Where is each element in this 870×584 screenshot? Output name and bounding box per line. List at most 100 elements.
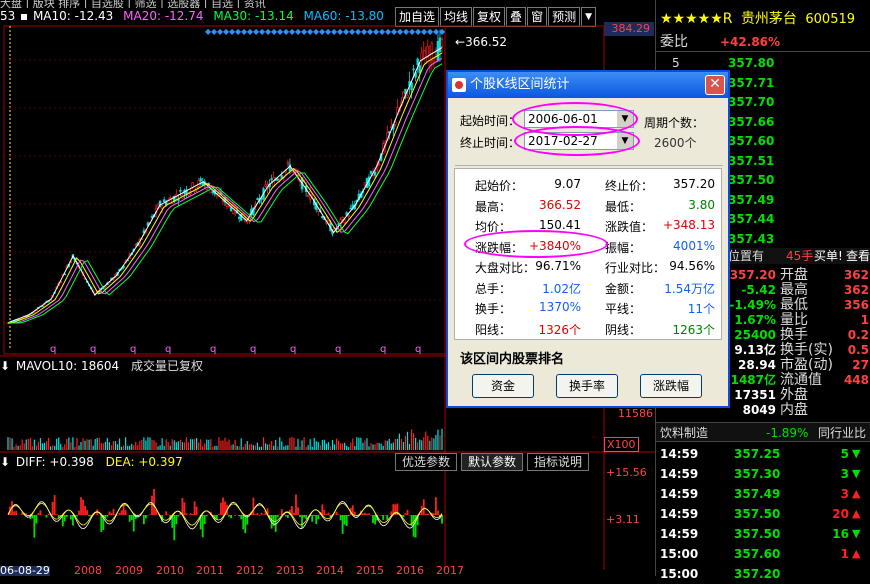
buy-order-link[interactable]: 买单! bbox=[814, 248, 843, 264]
end-time-label: 终止时间： bbox=[460, 136, 521, 150]
stat-value: +348.13 bbox=[662, 218, 715, 232]
candle-body bbox=[288, 164, 292, 172]
industry-peer-link[interactable]: 同行业比 bbox=[818, 423, 866, 443]
weibi-row: 委比 +42.86% bbox=[656, 32, 870, 52]
tick-time: 14:59 bbox=[660, 467, 699, 481]
stat-value: 9.07 bbox=[554, 177, 581, 191]
peak-price-label: ←366.52 bbox=[455, 35, 508, 49]
q-marker: q bbox=[165, 344, 171, 355]
view-link[interactable]: 查看 bbox=[846, 248, 870, 264]
macd-axis-low: +3.11 bbox=[606, 513, 640, 526]
close-button[interactable]: ✕ bbox=[705, 75, 725, 95]
tick-row: 14:59 357.49 3 ▲ bbox=[656, 484, 870, 504]
rank-button-0[interactable]: 资金 bbox=[472, 374, 534, 398]
stat-label: 涨跌值： bbox=[605, 220, 654, 234]
macd-button-0[interactable]: 优选参数 bbox=[395, 453, 458, 471]
tick-volume: 16 bbox=[832, 527, 849, 541]
stock-title[interactable]: ★★★★★R 贵州茅台 600519 bbox=[656, 8, 870, 30]
candle-body bbox=[406, 94, 409, 98]
quote-extra: 0.5 bbox=[847, 343, 869, 357]
interval-stats-dialog[interactable]: 个股K线区间统计 ✕ 起始时间： 2006-06-01 ▼ 终止时间： 2017… bbox=[446, 70, 730, 408]
quote-key: 内盘 bbox=[780, 402, 808, 418]
date-axis: 06-08-29 2008 2009 2010 2011 2012 2013 2014 2015… bbox=[0, 564, 470, 577]
order-price: 357.66 bbox=[728, 114, 775, 129]
candle-body bbox=[162, 199, 166, 202]
tick-time: 14:59 bbox=[660, 487, 699, 501]
stat-value: 3.80 bbox=[688, 197, 715, 212]
order-price: 357.80 bbox=[728, 56, 775, 70]
macd-axis-high: +15.56 bbox=[606, 466, 647, 479]
stat-value: 1326个 bbox=[538, 322, 581, 337]
stock-name: 贵州茅台 bbox=[740, 11, 797, 27]
quote-key: 换手 bbox=[780, 327, 808, 343]
industry-row[interactable]: 饮料制造 -1.89% 同行业比 bbox=[656, 422, 870, 442]
arrow-up-icon: ▲ bbox=[852, 487, 861, 500]
quote-extra: 362 bbox=[843, 283, 869, 297]
stat-value: 1.02亿 bbox=[542, 281, 581, 296]
order-price: 357.51 bbox=[728, 153, 775, 168]
tick-price: 357.49 bbox=[734, 487, 781, 501]
candle-body bbox=[418, 65, 421, 73]
q-marker: q bbox=[290, 344, 296, 355]
order-price: 357.43 bbox=[728, 231, 775, 246]
stat-value: 4001% bbox=[673, 238, 715, 253]
dea-value: DEA: +0.397 bbox=[105, 455, 183, 469]
q-marker: q bbox=[415, 344, 421, 355]
macd-button-1[interactable]: 默认参数 bbox=[461, 453, 524, 471]
start-time-label: 起始时间： bbox=[460, 114, 521, 128]
candle-body bbox=[343, 219, 346, 223]
tick-time: 14:59 bbox=[660, 507, 699, 521]
candle-body bbox=[199, 178, 202, 182]
date-tick: 2010 bbox=[156, 564, 184, 577]
candle-body bbox=[286, 161, 290, 165]
candle-body bbox=[341, 216, 344, 220]
arrow-up-icon: ▲ bbox=[852, 547, 861, 560]
stat-label: 终止价： bbox=[605, 179, 654, 193]
quote-key: 外盘 bbox=[780, 387, 808, 403]
date-tick: 2015 bbox=[356, 564, 384, 577]
stat-value: 1263个 bbox=[672, 322, 715, 337]
weibi-value: +42.86% bbox=[720, 35, 781, 49]
candle-body bbox=[377, 163, 381, 166]
candle-body bbox=[432, 58, 436, 63]
quote-key: 开盘 bbox=[780, 267, 808, 283]
dialog-title: 个股K线区间统计 bbox=[470, 77, 570, 92]
period-count-label: 周期个数： bbox=[644, 116, 705, 130]
quote-key: 市盈(动) bbox=[780, 357, 833, 373]
candle-body bbox=[179, 190, 182, 192]
weibi-label: 委比 bbox=[660, 34, 688, 50]
rank-button-1[interactable]: 换手率 bbox=[556, 374, 618, 398]
ma-line-3 bbox=[8, 63, 443, 324]
candle-body bbox=[321, 216, 324, 219]
tick-row: 15:00 357.20 bbox=[656, 564, 870, 584]
stat-label: 最高： bbox=[475, 199, 512, 214]
macd-button-2[interactable]: 指标说明 bbox=[527, 453, 590, 471]
stat-label: 平线： bbox=[605, 302, 642, 316]
candle-body bbox=[270, 178, 273, 181]
star-rating: ★★★★★R bbox=[660, 11, 733, 27]
q-marker: q bbox=[380, 344, 386, 355]
stat-label: 振幅： bbox=[605, 240, 642, 255]
q-marker: q bbox=[130, 344, 136, 355]
stat-label: 总手： bbox=[475, 281, 512, 296]
rank-button-2[interactable]: 涨跌幅 bbox=[640, 374, 702, 398]
stat-value: 366.52 bbox=[539, 197, 581, 212]
candle-body bbox=[369, 170, 373, 174]
down-arrow-icon[interactable]: ⬇ bbox=[0, 359, 10, 373]
q-marker: q bbox=[250, 344, 256, 355]
date-tick: 2013 bbox=[276, 564, 304, 577]
stat-label: 最低： bbox=[605, 199, 642, 214]
dialog-titlebar[interactable]: 个股K线区间统计 ✕ bbox=[448, 72, 728, 98]
highlight-ellipse-end bbox=[514, 126, 640, 156]
down-arrow-icon[interactable]: ⬇ bbox=[0, 455, 10, 469]
quote-extra: 448 bbox=[843, 373, 869, 387]
date-tick: 06-08-29 bbox=[0, 564, 50, 577]
order-price: 357.50 bbox=[728, 173, 775, 187]
quote-extra: 0.2 bbox=[847, 328, 869, 342]
candle-body bbox=[349, 207, 352, 210]
highlight-ellipse-change bbox=[464, 230, 608, 258]
arrow-down-icon: ▼ bbox=[852, 527, 861, 540]
candle-body bbox=[237, 217, 241, 219]
candle-body bbox=[347, 214, 350, 217]
volume-axis-unit: X100 bbox=[604, 437, 639, 452]
